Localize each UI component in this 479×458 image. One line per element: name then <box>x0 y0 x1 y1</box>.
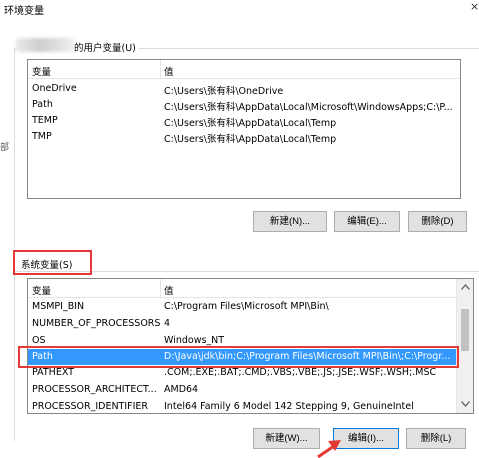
system-new-button[interactable]: 新建(W)... <box>253 428 320 449</box>
edge-glyph-text: 部 <box>0 143 10 153</box>
variable-name: TMP <box>32 131 52 142</box>
variable-value: .COM;.EXE;.BAT;.CMD;.VBS;.VBE;.JS;.JSE;.… <box>164 367 437 378</box>
table-row[interactable]: Path C:\Users\张有科\AppData\Local\Microsof… <box>28 97 460 113</box>
table-row[interactable]: NUMBER_OF_PROCESSORS 4 <box>28 316 473 332</box>
variable-value: 4 <box>164 318 171 329</box>
user-variables-legend: 的用户变量(U) <box>74 40 139 54</box>
variable-value: C:\Program Files\Microsoft MPI\Bin\ <box>164 301 329 312</box>
user-variables-list[interactable]: 变量 值 OneDrive C:\Users\张有科\OneDrive Path… <box>27 59 461 199</box>
variable-name: NUMBER_OF_PROCESSORS <box>32 318 161 329</box>
column-header-variable[interactable]: 变量 <box>32 283 51 297</box>
variable-name: TEMP <box>32 115 58 126</box>
annotation-box-path-row <box>18 346 459 368</box>
user-list-header: 变量 值 <box>28 60 460 79</box>
column-separator[interactable] <box>160 279 161 297</box>
variable-value: Windows_NT <box>164 335 225 346</box>
variable-name: PATHEXT <box>32 367 74 378</box>
variable-name: MSMPI_BIN <box>32 301 85 312</box>
variable-name: PROCESSOR_IDENTIFIER <box>32 401 149 412</box>
table-row[interactable]: TEMP C:\Users\张有科\AppData\Local\Temp <box>28 113 460 129</box>
column-header-value[interactable]: 值 <box>164 64 174 78</box>
scroll-up-icon[interactable] <box>457 279 473 296</box>
user-new-button[interactable]: 新建(N)... <box>253 211 327 232</box>
variable-value: Intel64 Family 6 Model 142 Stepping 9, G… <box>164 401 414 412</box>
red-arrow-icon <box>317 440 341 458</box>
variable-value: C:\Users\张有科\OneDrive <box>164 86 284 97</box>
variable-name: OS <box>32 335 46 346</box>
close-icon[interactable]: × <box>470 0 479 13</box>
table-row[interactable]: MSMPI_BIN C:\Program Files\Microsoft MPI… <box>28 299 473 315</box>
table-row[interactable]: TMP C:\Users\张有科\AppData\Local\Temp <box>28 129 460 145</box>
user-edit-button[interactable]: 编辑(E)... <box>334 211 400 232</box>
scroll-down-icon[interactable] <box>457 396 473 413</box>
table-row[interactable]: OneDrive C:\Users\张有科\OneDrive <box>28 81 460 97</box>
variable-value: AMD64 <box>164 384 199 395</box>
redacted-username <box>16 38 76 52</box>
variable-value: C:\Users\张有科\AppData\Local\Temp <box>164 134 337 145</box>
variable-value: C:\Users\张有科\AppData\Local\Temp <box>164 118 337 129</box>
system-list-header: 变量 值 <box>28 279 473 298</box>
annotation-box-legend <box>13 250 92 275</box>
system-delete-button[interactable]: 删除(L) <box>406 428 466 449</box>
variable-name: Path <box>32 99 53 110</box>
user-delete-button[interactable]: 删除(D) <box>408 211 467 232</box>
table-row[interactable]: PROCESSOR_ARCHITECT... AMD64 <box>28 382 473 398</box>
column-header-variable[interactable]: 变量 <box>32 64 51 78</box>
variable-name: PROCESSOR_ARCHITECT... <box>32 384 157 395</box>
scroll-thumb[interactable] <box>461 309 469 351</box>
variable-value: C:\Users\张有科\AppData\Local\Microsoft\Win… <box>164 102 453 113</box>
column-separator[interactable] <box>160 60 161 78</box>
variable-name: OneDrive <box>32 83 77 94</box>
column-header-value[interactable]: 值 <box>164 283 174 297</box>
window-title: 环境变量 <box>4 6 44 17</box>
table-row[interactable]: PROCESSOR_IDENTIFIER Intel64 Family 6 Mo… <box>28 399 473 413</box>
